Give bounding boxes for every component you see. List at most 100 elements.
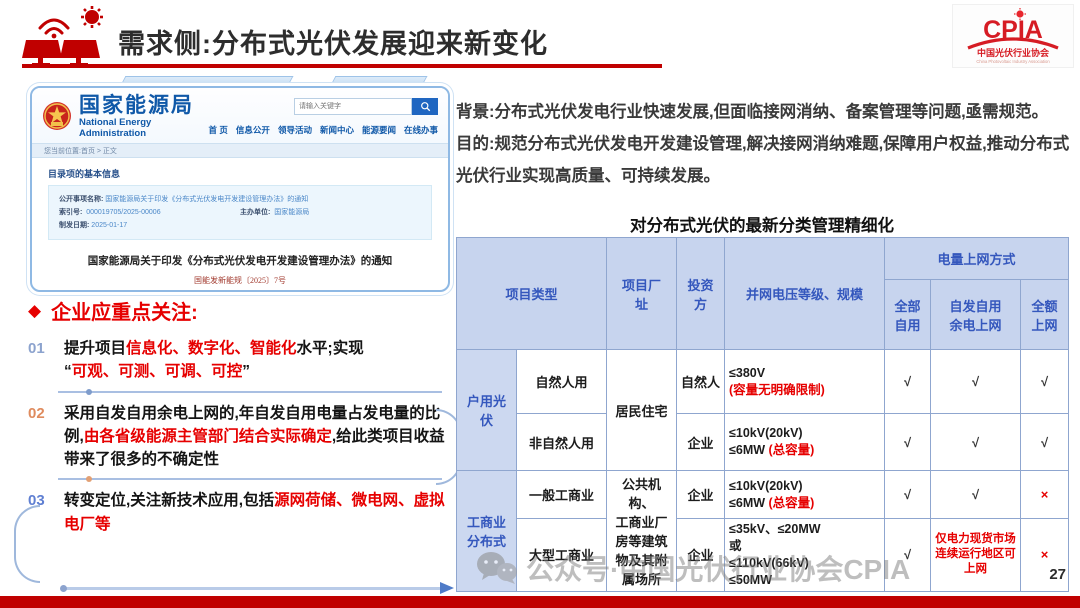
summary-section: 背景:分布式光伏发电行业快速发展,但面临接网消纳、备案管理等问题,亟需规范。 目… <box>456 96 1074 193</box>
cell-grid-spec: ≤380V (容量无明确限制) <box>725 350 885 414</box>
col-header-mode-group: 电量上网方式 <box>885 238 1069 280</box>
text-segment: √ <box>904 487 911 502</box>
national-emblem-icon <box>42 100 72 134</box>
focus-item-number: 02 <box>28 402 64 472</box>
col-header-mode-surplus: 自发自用 余电上网 <box>931 280 1021 350</box>
text-segment: ≤380V <box>729 366 765 380</box>
text-segment: √ <box>972 435 979 450</box>
cell-subtype: 非自然人用 <box>517 414 607 471</box>
cell-mode-mark: √ <box>1021 414 1069 471</box>
bottom-red-bar <box>0 596 1080 608</box>
cell-site: 居民住宅 <box>607 350 677 471</box>
field-label: 主办单位: <box>240 209 270 216</box>
cell-mode-mark: √ <box>931 414 1021 471</box>
highlight-text: × <box>1041 547 1049 562</box>
focus-arc-decoration <box>14 505 40 583</box>
field-value: 000019705/2025-00006 <box>86 209 160 216</box>
highlight-text: (总容量) <box>769 443 815 457</box>
cell-mode-mark: √ <box>885 471 931 519</box>
nea-nav-item[interactable]: 领导活动 <box>278 124 312 136</box>
nea-header: 国家能源局 National Energy Administration 首 页… <box>32 88 448 143</box>
field-label: 索引号: <box>59 209 82 216</box>
cell-mode-mark: √ <box>1021 350 1069 414</box>
nea-info-title: 目录项的基本信息 <box>48 167 432 180</box>
nea-nav-item[interactable]: 新闻中心 <box>320 124 354 136</box>
nea-search <box>294 98 438 115</box>
text-segment: √ <box>904 435 911 450</box>
table-title: 对分布式光伏的最新分类管理精细化 <box>456 212 1068 236</box>
cell-subtype: 自然人用 <box>517 350 607 414</box>
text-segment: √ <box>904 374 911 389</box>
solar-panel-icon <box>18 6 114 66</box>
nea-infobox: 公开事项名称: 国家能源局关于印发《分布式光伏发电开发建设管理办法》的通知 索引… <box>48 185 432 240</box>
search-button[interactable] <box>412 98 438 115</box>
nea-nav-item[interactable]: 信息公开 <box>236 124 270 136</box>
info-row: 制发日期: 2025-01-17 <box>59 219 421 232</box>
classification-table: 项目类型 项目厂 址 投资 方 并网电压等级、规模 电量上网方式 全部 自用 自… <box>456 237 1069 592</box>
cpia-org-cn: 中国光伏行业协会 <box>977 47 1050 58</box>
cell-investor: 自然人 <box>677 350 725 414</box>
cell-grid-spec: ≤10kV(20kV) ≤6MW (总容量) <box>725 414 885 471</box>
text-segment: √ <box>972 374 979 389</box>
search-icon <box>420 101 431 112</box>
col-header-mode-full: 全额 上网 <box>1021 280 1069 350</box>
highlight-text: × <box>1041 487 1049 502</box>
cell-subtype: 一般工商业 <box>517 471 607 519</box>
col-header-mode-self: 全部 自用 <box>885 280 931 350</box>
table-body: 户用光伏自然人用居民住宅自然人≤380V (容量无明确限制)√√√非自然人用企业… <box>457 350 1069 592</box>
cell-investor: 企业 <box>677 471 725 519</box>
cell-mode-mark: × <box>1021 471 1069 519</box>
nea-org-cn: 国家能源局 <box>79 95 209 117</box>
text-segment: √ <box>1041 435 1048 450</box>
slide: 需求侧:分布式光伏发展迎来新变化 CPIA 中国光伏行业协会 China Pho… <box>0 0 1080 608</box>
cell-grid-spec: ≤35kV、≤20MW 或 ≤110kV(66kV) ≤50MW <box>725 519 885 592</box>
cell-investor: 企业 <box>677 519 725 592</box>
focus-section: ◆ 企业应重点关注: 01提升项目信息化、数字化、智能化水平;实现 “可观、可测… <box>28 296 452 538</box>
highlight-text: 信息化、数字化、智能化 <box>126 340 297 357</box>
text-segment: ” <box>242 363 250 380</box>
focus-item-text: 转变定位,关注新技术应用,包括源网荷储、微电网、虚拟电厂等 <box>64 489 452 536</box>
field-value: 国家能源局关于印发《分布式光伏发电开发建设管理办法》的通知 <box>105 193 308 206</box>
field-value: 国家能源局 <box>274 209 309 216</box>
highlight-text: (总容量) <box>769 496 815 510</box>
table-row: 大型工商业企业≤35kV、≤20MW 或 ≤110kV(66kV) ≤50MW√… <box>457 519 1069 592</box>
title-underline <box>22 64 662 68</box>
nea-nav-item[interactable]: 能源要闻 <box>362 124 396 136</box>
cell-mode-mark: √ <box>885 414 931 471</box>
focus-list: 01提升项目信息化、数字化、智能化水平;实现 “可观、可测、可调、可控”02采用… <box>28 337 452 536</box>
focus-item-01: 01提升项目信息化、数字化、智能化水平;实现 “可观、可测、可调、可控” <box>28 337 452 384</box>
info-row: 公开事项名称: 国家能源局关于印发《分布式光伏发电开发建设管理办法》的通知 <box>59 193 421 206</box>
nea-nav-item[interactable]: 在线办事 <box>404 124 438 136</box>
cell-grid-spec: ≤10kV(20kV) ≤6MW (总容量) <box>725 471 885 519</box>
cell-mode-mark: √ <box>885 519 931 592</box>
search-input[interactable] <box>294 98 412 115</box>
focus-item-text: 提升项目信息化、数字化、智能化水平;实现 “可观、可测、可调、可控” <box>64 337 452 384</box>
separator <box>58 478 442 480</box>
focus-heading-text: 企业应重点关注: <box>51 296 198 325</box>
focus-item-number: 01 <box>28 337 64 384</box>
highlight-text: 可观、可测、可调、可控 <box>72 363 243 380</box>
focus-item-03: 03转变定位,关注新技术应用,包括源网荷储、微电网、虚拟电厂等 <box>28 489 452 536</box>
cell-mode-mark: √ <box>931 471 1021 519</box>
page-title: 需求侧:分布式光伏发展迎来新变化 <box>118 22 548 61</box>
cell-mode-mark: 仅电力现货市场连续运行地区可上网 <box>931 519 1021 592</box>
cpia-logo: CPIA 中国光伏行业协会 China Photovoltaic Industr… <box>952 4 1074 68</box>
text-segment: √ <box>904 547 911 562</box>
table-row: 工商业 分布式一般工商业公共机构、 工商业厂 房等建筑 物及其附 属场所企业≤1… <box>457 471 1069 519</box>
nea-website-panel: 国家能源局 National Energy Administration 首 页… <box>30 86 450 292</box>
col-header-site: 项目厂 址 <box>607 238 677 350</box>
text-segment: 提升项目 <box>64 340 126 357</box>
summary-background: 背景:分布式光伏发电行业快速发展,但面临接网消纳、备案管理等问题,亟需规范。 <box>456 96 1074 128</box>
focus-heading: ◆ 企业应重点关注: <box>28 296 452 325</box>
cell-site: 公共机构、 工商业厂 房等建筑 物及其附 属场所 <box>607 471 677 592</box>
breadcrumb: 您当前位置:首页 > 正文 <box>32 143 448 158</box>
page-number: 27 <box>1049 566 1066 583</box>
focus-item-text: 采用自发自用余电上网的,年自发自用电量占发电量的比例,由各省级能源主管部门结合实… <box>64 402 452 472</box>
diamond-icon: ◆ <box>28 301 41 321</box>
nea-nav: 首 页信息公开领导活动新闻中心能源要闻在线办事 <box>209 124 438 136</box>
nea-nav-item[interactable]: 首 页 <box>209 124 228 136</box>
field-label: 公开事项名称: <box>59 193 103 206</box>
text-segment: 转变定位,关注新技术应用,包括 <box>64 492 274 509</box>
info-row: 索引号: 000019705/2025-00006 主办单位: 国家能源局 <box>59 206 421 219</box>
nea-doc-title: 国家能源局关于印发《分布式光伏发电开发建设管理办法》的通知 <box>48 253 432 268</box>
